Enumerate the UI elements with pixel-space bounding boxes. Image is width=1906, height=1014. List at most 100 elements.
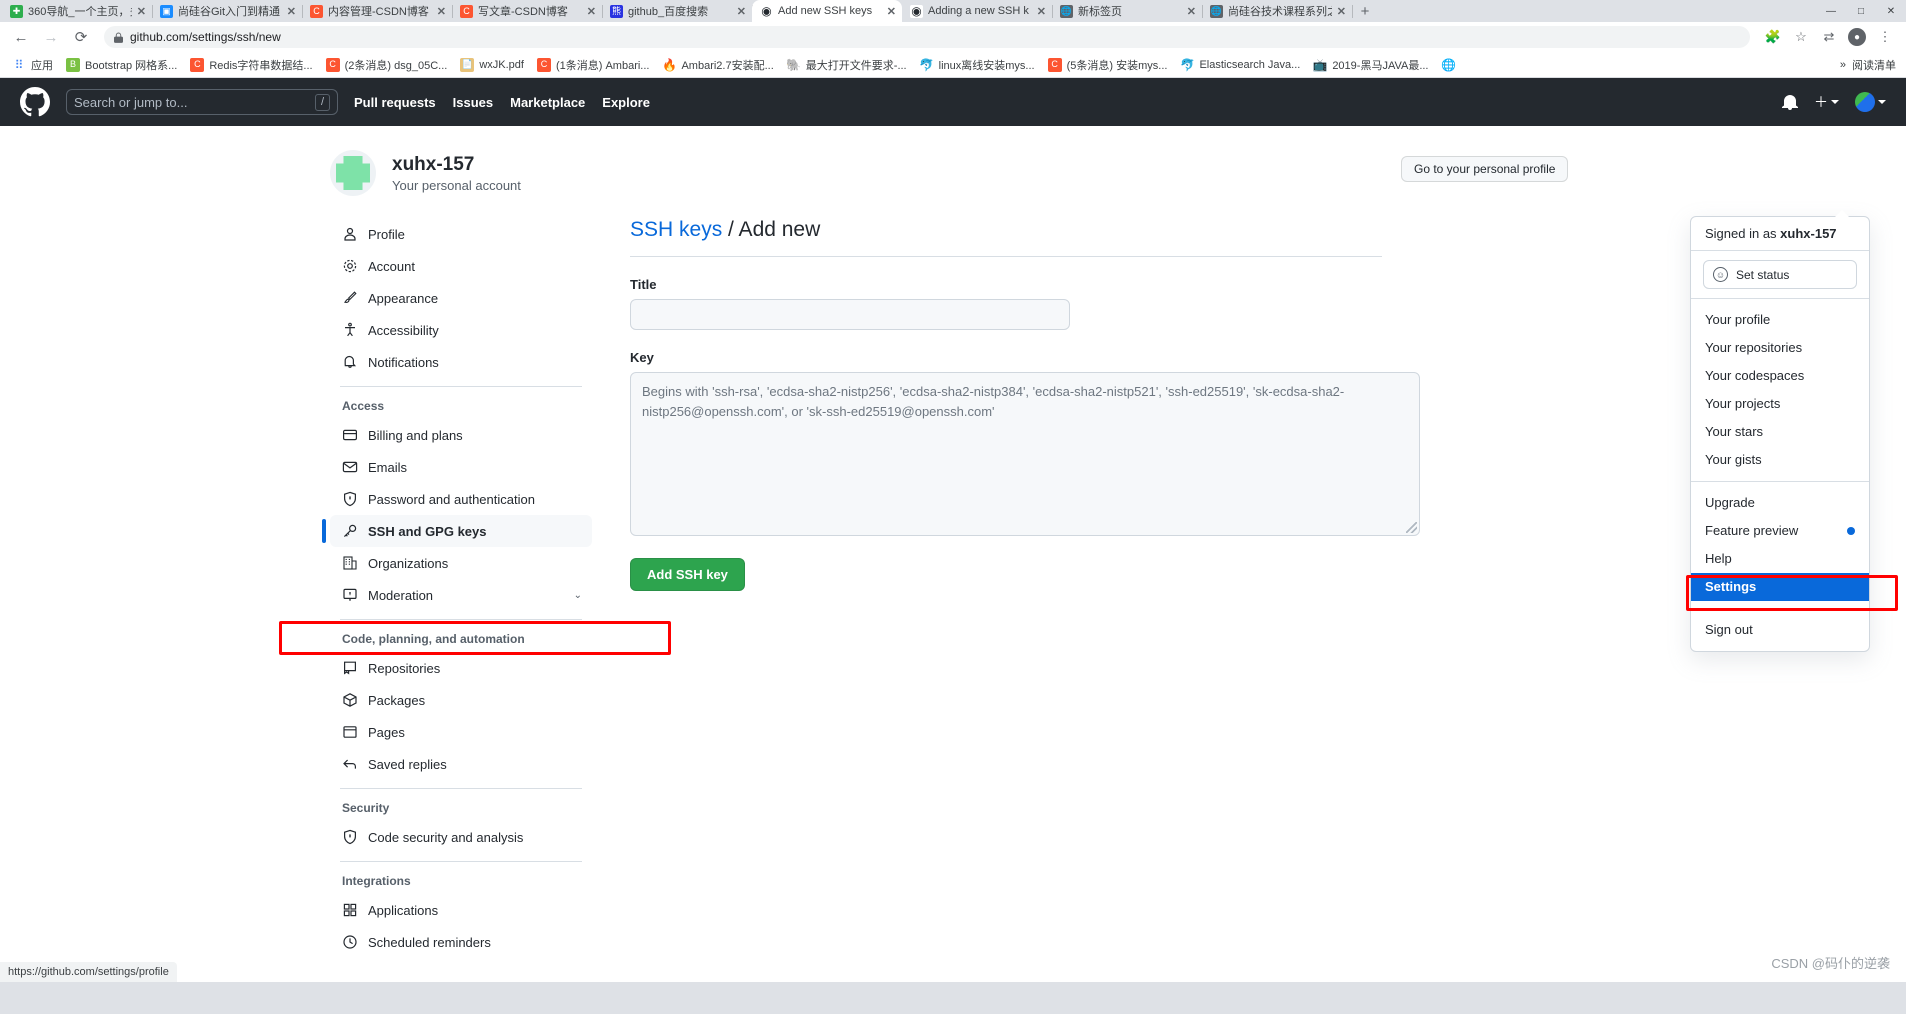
set-status-button[interactable]: ☺ Set status — [1703, 260, 1857, 289]
browser-tab[interactable]: ◉ Adding a new SSH k ✕ — [902, 0, 1053, 22]
sidebar-item-emails[interactable]: Emails — [330, 451, 592, 483]
star-icon[interactable]: ☆ — [1788, 24, 1814, 50]
browser-tab[interactable]: C 写文章-CSDN博客 ✕ — [452, 0, 603, 22]
browser-tab[interactable]: ▣ 尚硅谷Git入门到精通 ✕ — [152, 0, 303, 22]
sidebar-item-packages[interactable]: Packages — [330, 684, 592, 716]
nav-pull-requests[interactable]: Pull requests — [354, 95, 436, 110]
menu-item-label: Feature preview — [1705, 523, 1799, 538]
bookmark-item[interactable]: ⠿ 应用 — [6, 55, 59, 75]
menu-icon[interactable]: ⋮ — [1872, 24, 1898, 50]
add-ssh-key-button[interactable]: Add SSH key — [630, 558, 745, 591]
bookmark-item[interactable]: 🔥 Ambari2.7安装配... — [656, 55, 779, 75]
minimize-button[interactable]: — — [1816, 6, 1846, 17]
avatar[interactable] — [330, 150, 376, 196]
tab-close-icon[interactable]: ✕ — [737, 5, 746, 18]
browser-tab[interactable]: 🌐 尚硅谷技术课程系列之 ✕ — [1202, 0, 1353, 22]
bookmark-label: (5条消息) 安装mys... — [1066, 59, 1168, 72]
sidebar-item-organizations[interactable]: Organizations — [330, 547, 592, 579]
sidebar-item-ssh-and-gpg-keys[interactable]: SSH and GPG keys — [322, 515, 592, 547]
menu-item-settings[interactable]: Settings — [1691, 573, 1869, 601]
tab-title: 新标签页 — [1078, 6, 1122, 18]
back-icon[interactable]: ← — [8, 24, 34, 50]
forward-icon[interactable]: → — [38, 24, 64, 50]
bookmark-item[interactable]: 🐘 最大打开文件要求-... — [781, 55, 913, 75]
bookmark-item[interactable]: 📄 wxJK.pdf — [454, 56, 530, 74]
chevron-down-icon[interactable]: ⌄ — [574, 590, 582, 601]
breadcrumb-ssh-keys-link[interactable]: SSH keys — [630, 218, 722, 241]
settings-sidebar: Profile Account Appearance Accessibility… — [322, 218, 592, 958]
tab-close-icon[interactable]: ✕ — [1187, 5, 1196, 18]
baidu-icon: 熊 — [610, 4, 623, 18]
sidebar-item-notifications[interactable]: Notifications — [330, 346, 592, 378]
bookmark-item[interactable]: 📺 2019-黑马JAVA最... — [1307, 55, 1434, 75]
menu-item-your-repositories[interactable]: Your repositories — [1691, 334, 1869, 362]
tab-close-icon[interactable]: ✕ — [437, 5, 446, 18]
sidebar-item-saved-replies[interactable]: Saved replies — [330, 748, 592, 780]
sidebar-item-billing-and-plans[interactable]: Billing and plans — [330, 419, 592, 451]
bookmark-item[interactable]: C (2条消息) dsg_05C... — [320, 55, 454, 75]
sidebar-item-account[interactable]: Account — [330, 250, 592, 282]
sidebar-item-pages[interactable]: Pages — [330, 716, 592, 748]
profile-icon[interactable]: ● — [1844, 24, 1870, 50]
tab-close-icon[interactable]: ✕ — [587, 5, 596, 18]
sidebar-divider — [340, 788, 582, 789]
reload-icon[interactable]: ⟳ — [68, 24, 94, 50]
browser-tab[interactable]: 熊 github_百度搜索 ✕ — [602, 0, 753, 22]
sidebar-item-code-security-and-analysis[interactable]: Code security and analysis — [330, 821, 592, 853]
browser-tab[interactable]: C 内容管理-CSDN博客 ✕ — [302, 0, 453, 22]
menu-item-your-profile[interactable]: Your profile — [1691, 306, 1869, 334]
bookmark-item[interactable]: 🐬 Elasticsearch Java... — [1174, 56, 1306, 74]
resize-handle-icon[interactable] — [1406, 522, 1417, 533]
menu-item-sign-out[interactable]: Sign out — [1691, 616, 1869, 644]
go-to-profile-button[interactable]: Go to your personal profile — [1401, 156, 1569, 182]
bookmark-item[interactable]: 🌐 — [1436, 56, 1467, 74]
menu-item-your-projects[interactable]: Your projects — [1691, 390, 1869, 418]
bookmark-item[interactable]: C (1条消息) Ambari... — [531, 55, 656, 75]
bookmark-item[interactable]: C Redis字符串数据结... — [184, 55, 318, 75]
new-tab-button[interactable]: + — [1352, 0, 1378, 22]
sidebar-item-scheduled-reminders[interactable]: Scheduled reminders — [330, 926, 592, 958]
browser-tab[interactable]: 🌐 新标签页 ✕ — [1052, 0, 1203, 22]
sidebar-item-applications[interactable]: Applications — [330, 894, 592, 926]
title-input[interactable] — [630, 299, 1070, 330]
sidebar-item-accessibility[interactable]: Accessibility — [330, 314, 592, 346]
close-window-button[interactable]: ✕ — [1876, 6, 1906, 17]
bookmark-item[interactable]: B Bootstrap 网格系... — [60, 55, 183, 75]
maximize-button[interactable]: □ — [1846, 6, 1876, 17]
sidebar-item-profile[interactable]: Profile — [330, 218, 592, 250]
profile-subtitle: Your personal account — [392, 177, 521, 193]
menu-item-your-stars[interactable]: Your stars — [1691, 418, 1869, 446]
create-new-button[interactable]: ＋ — [1814, 92, 1839, 112]
tab-close-icon[interactable]: ✕ — [137, 5, 146, 18]
key-textarea[interactable]: Begins with 'ssh-rsa', 'ecdsa-sha2-nistp… — [630, 372, 1420, 536]
browser-tab[interactable]: ✚ 360导航_一个主页，多个... ✕ — [2, 0, 153, 22]
browser-tab-active[interactable]: ◉ Add new SSH keys ✕ — [752, 0, 902, 22]
bookmarks-overflow-icon[interactable]: » — [1840, 59, 1846, 71]
menu-item-your-gists[interactable]: Your gists — [1691, 446, 1869, 474]
menu-item-help[interactable]: Help — [1691, 545, 1869, 573]
nav-marketplace[interactable]: Marketplace — [510, 95, 585, 110]
tab-close-icon[interactable]: ✕ — [1037, 5, 1046, 18]
nav-explore[interactable]: Explore — [602, 95, 650, 110]
reading-list-label[interactable]: 阅读清单 — [1852, 57, 1896, 73]
sidebar-item-repositories[interactable]: Repositories — [330, 652, 592, 684]
translate-icon[interactable]: ⇄ — [1816, 24, 1842, 50]
nav-issues[interactable]: Issues — [453, 95, 493, 110]
bell-icon[interactable] — [1782, 94, 1798, 110]
tab-close-icon[interactable]: ✕ — [287, 5, 296, 18]
sidebar-item-appearance[interactable]: Appearance — [330, 282, 592, 314]
extension-icon[interactable]: 🧩 — [1760, 24, 1786, 50]
sidebar-item-moderation[interactable]: Moderation ⌄ — [330, 579, 592, 611]
search-input[interactable]: Search or jump to... / — [66, 89, 338, 115]
menu-item-feature-preview[interactable]: Feature preview — [1691, 517, 1869, 545]
tab-close-icon[interactable]: ✕ — [1337, 5, 1346, 18]
tab-close-icon[interactable]: ✕ — [887, 5, 896, 18]
bookmark-item[interactable]: 🐬 linux离线安装mys... — [914, 55, 1041, 75]
user-menu-button[interactable] — [1855, 92, 1886, 112]
menu-item-upgrade[interactable]: Upgrade — [1691, 489, 1869, 517]
address-bar[interactable]: github.com/settings/ssh/new — [104, 26, 1750, 48]
bookmark-item[interactable]: C (5条消息) 安装mys... — [1042, 55, 1174, 75]
sidebar-item-password-and-authentication[interactable]: Password and authentication — [330, 483, 592, 515]
menu-item-your-codespaces[interactable]: Your codespaces — [1691, 362, 1869, 390]
github-logo-icon[interactable] — [20, 87, 50, 117]
